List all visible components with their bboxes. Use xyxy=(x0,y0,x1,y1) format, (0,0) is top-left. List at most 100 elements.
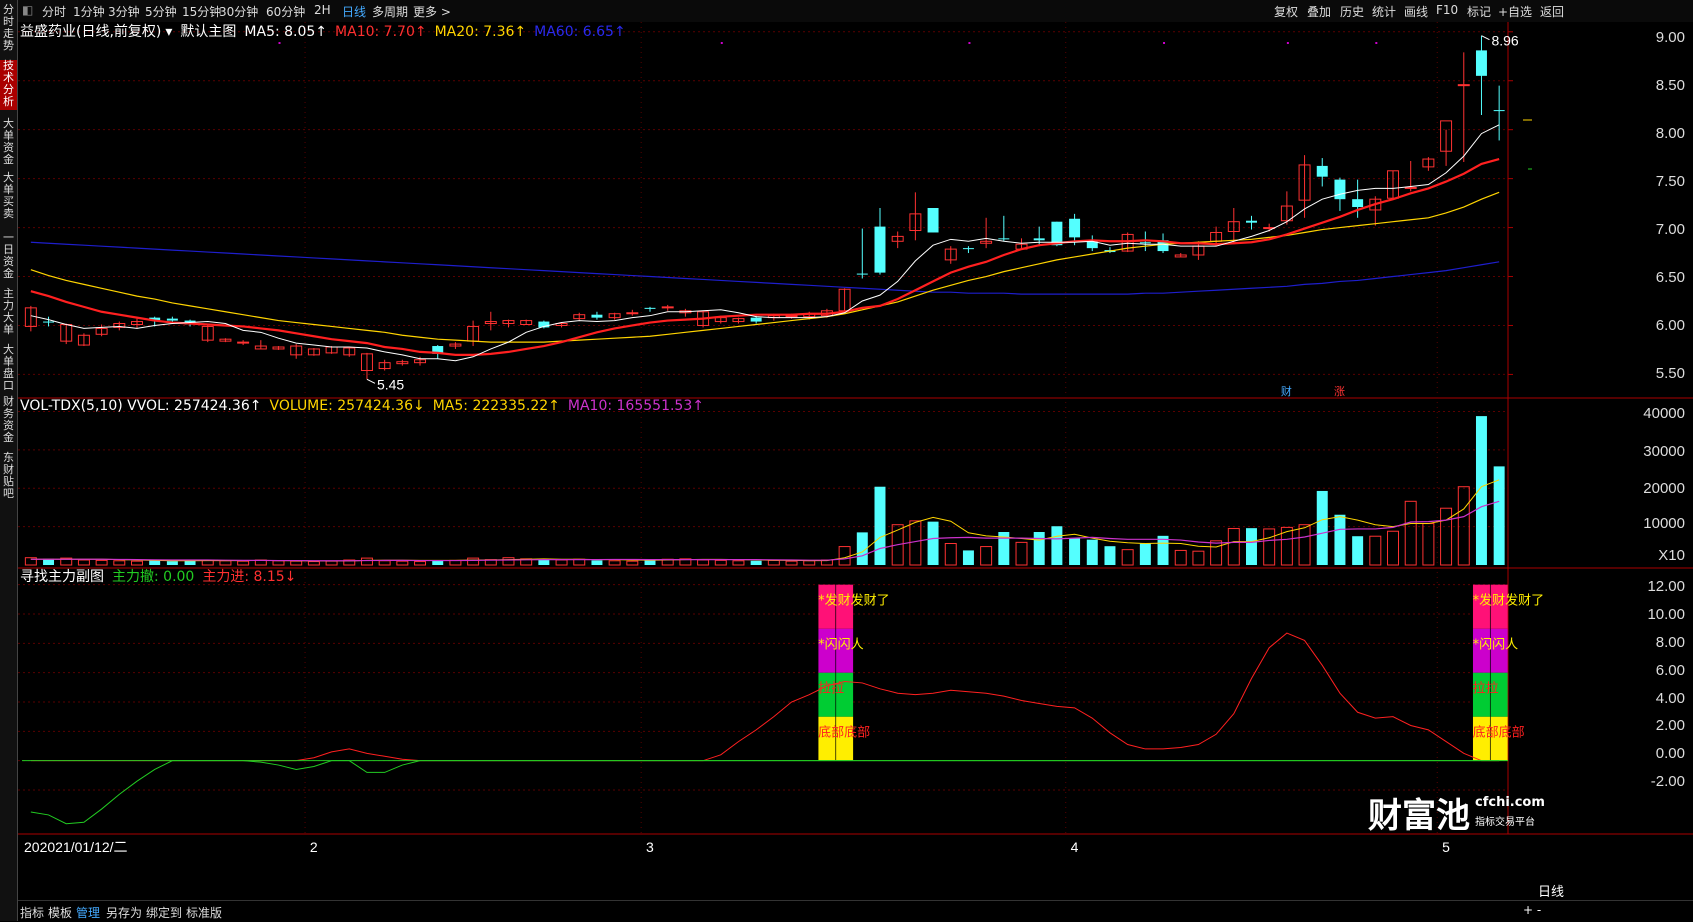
volume-axis-label: 30000 xyxy=(1643,443,1685,460)
volume-bar-down xyxy=(644,560,656,565)
sidebar-tab-0[interactable]: 分时走势 xyxy=(0,4,17,52)
watermark-brand: 财富池 xyxy=(1368,796,1470,836)
event-dot xyxy=(968,42,971,44)
statusbar-item-2[interactable]: 管理 xyxy=(76,904,100,921)
toolbar-action-3[interactable]: 统计 xyxy=(1372,3,1396,20)
sidebar-tab-3[interactable]: 大单买卖 xyxy=(0,172,17,222)
period-tab-3[interactable]: 5分钟 xyxy=(145,3,177,20)
sub-axis-label: 2.00 xyxy=(1655,717,1685,734)
statusbar-item-3[interactable]: 另存为 xyxy=(106,904,142,921)
dropdown-icon[interactable]: ▾ xyxy=(165,24,172,40)
candle-down xyxy=(998,238,1010,240)
volume-legend: VOL-TDX(5,10) VVOL: 257424.36↑ VOLUME: 25… xyxy=(20,398,712,414)
candle-down xyxy=(1033,238,1045,241)
volume-axis-label: 20000 xyxy=(1643,480,1685,497)
sidebar-tab-7[interactable]: 财务资金 xyxy=(0,396,17,444)
ma10-label: MA10: 7.70↑ xyxy=(335,24,427,40)
high-price-label: 8.96 xyxy=(1491,33,1518,49)
sidebar-tab-6[interactable]: 大单盘口 xyxy=(0,344,17,392)
period-tab-4[interactable]: 15分钟 xyxy=(182,3,221,20)
x-axis-label: 2 xyxy=(310,839,318,855)
sub-title: 寻找主力副图 xyxy=(20,569,104,585)
period-tab-9[interactable]: 多周期 xyxy=(372,3,408,20)
period-tab-10[interactable]: 更多 > xyxy=(413,3,451,20)
finance-marker: 财 xyxy=(1281,384,1292,398)
zoom-buttons[interactable]: + - xyxy=(1523,903,1541,917)
main-title: 益盛药业(日线,前复权) xyxy=(20,24,162,40)
sidebar-tab-8[interactable]: 东财贴吧 xyxy=(0,452,17,502)
toolbar-action-4[interactable]: 画线 xyxy=(1404,3,1428,20)
volume-bar-down xyxy=(1316,490,1328,565)
sub-axis-label: 0.00 xyxy=(1655,745,1685,762)
statusbar-item-1[interactable]: 模板 xyxy=(48,904,72,921)
vol-ma5-label: MA5: 222335.22↑ xyxy=(432,398,560,414)
volume-bar-down xyxy=(1334,514,1346,565)
toolbar-action-2[interactable]: 历史 xyxy=(1340,3,1364,20)
toolbar-action-5[interactable]: F10 xyxy=(1436,3,1458,17)
candle-down xyxy=(1069,218,1081,238)
candle-down xyxy=(166,318,178,321)
volume-bar-down xyxy=(1051,526,1063,565)
stock-chart: 8.965.45 财涨*发财发财了*闪闪人拉拉底部底部*发财发财了*闪闪人拉拉底部… xyxy=(18,22,1693,900)
volume-bar-down xyxy=(1033,532,1045,565)
volume-bar-down xyxy=(750,560,762,565)
period-tab-1[interactable]: 1分钟 xyxy=(73,3,105,20)
statusbar-item-4[interactable]: 绑定到 xyxy=(146,904,182,921)
sidebar-tab-2[interactable]: 大单资金 xyxy=(0,118,17,166)
candle-down xyxy=(1475,50,1487,76)
sub-axis-label: -2.00 xyxy=(1650,773,1685,790)
statusbar-item-0[interactable]: 指标 xyxy=(20,904,44,921)
volume-title: VOL-TDX(5,10) VVOL: 257424.36↑ xyxy=(20,398,262,414)
period-tab-6[interactable]: 60分钟 xyxy=(266,3,305,20)
toolbar-action-1[interactable]: 叠加 xyxy=(1307,3,1331,20)
event-dot xyxy=(1163,42,1166,44)
price-axis-label: 6.00 xyxy=(1655,317,1685,334)
side-tabs: 分时走势技术分析大单资金大单买卖一日资金主力大单大单盘口财务资金东财贴吧 xyxy=(0,0,18,921)
main-legend: 益盛药业(日线,前复权) ▾ 默认主图 MA5: 8.05↑ MA10: 7.70↑ MA… xyxy=(20,21,634,41)
chart-background xyxy=(18,22,1693,900)
price-axis-label: 8.00 xyxy=(1655,125,1685,142)
volume-bar-down xyxy=(1157,535,1169,565)
signal-text: 底部底部 xyxy=(818,724,870,740)
volume-bar-down xyxy=(1069,538,1081,565)
candle-down xyxy=(856,273,868,275)
candle-up xyxy=(661,306,674,309)
period-tab-5[interactable]: 30分钟 xyxy=(219,3,258,20)
status-bar: 指标 模板 管理 另存为 绑定到 标准版 日线 + - xyxy=(18,885,1693,922)
period-tab-2[interactable]: 3分钟 xyxy=(108,3,140,20)
volume-bar-down xyxy=(591,560,603,565)
signal-text: *闪闪人 xyxy=(818,637,864,652)
period-label: 日线 xyxy=(1538,885,1565,900)
volume-bar-down xyxy=(1139,543,1151,565)
candle-down xyxy=(1316,165,1328,177)
candle-down xyxy=(591,314,603,318)
ma20-label: MA20: 7.36↑ xyxy=(434,24,527,40)
volume-value: VOLUME: 257424.36↓ xyxy=(269,398,425,414)
signal-text: *闪闪人 xyxy=(1473,637,1519,652)
toolbar-action-6[interactable]: 标记 xyxy=(1467,3,1491,20)
candle-down xyxy=(1051,221,1063,246)
period-tab-7[interactable]: 2H xyxy=(314,3,331,17)
toolbar-action-0[interactable]: 复权 xyxy=(1274,3,1298,20)
sub-axis-label: 10.00 xyxy=(1647,606,1685,623)
volume-bar-down xyxy=(166,561,178,565)
volume-bar-down xyxy=(1246,528,1257,565)
statusbar-item-5[interactable]: 标准版 xyxy=(186,904,222,921)
candle-down xyxy=(43,321,55,323)
menu-toggle-icon[interactable]: ◧ xyxy=(22,3,33,17)
sidebar-tab-1[interactable]: 技术分析 xyxy=(0,60,17,110)
volume-bar-down xyxy=(927,521,939,565)
candle-up xyxy=(237,341,250,344)
toolbar-action-8[interactable]: 返回 xyxy=(1540,3,1564,20)
sidebar-tab-5[interactable]: 主力大单 xyxy=(0,288,17,338)
period-tab-0[interactable]: 分时 xyxy=(42,3,66,20)
x-axis-label: 202021/01/12/二 xyxy=(24,839,128,855)
volume-bar-down xyxy=(962,550,974,565)
sidebar-tab-4[interactable]: 一日资金 xyxy=(0,232,17,280)
toolbar-action-7[interactable]: +自选 xyxy=(1498,3,1532,20)
volume-axis-label: 40000 xyxy=(1643,405,1685,422)
period-tab-8[interactable]: 日线 xyxy=(342,3,366,20)
price-axis-label: 6.50 xyxy=(1655,269,1685,286)
volume-axis-label: 10000 xyxy=(1643,515,1685,532)
main-indicator[interactable]: 默认主图 xyxy=(180,24,236,40)
